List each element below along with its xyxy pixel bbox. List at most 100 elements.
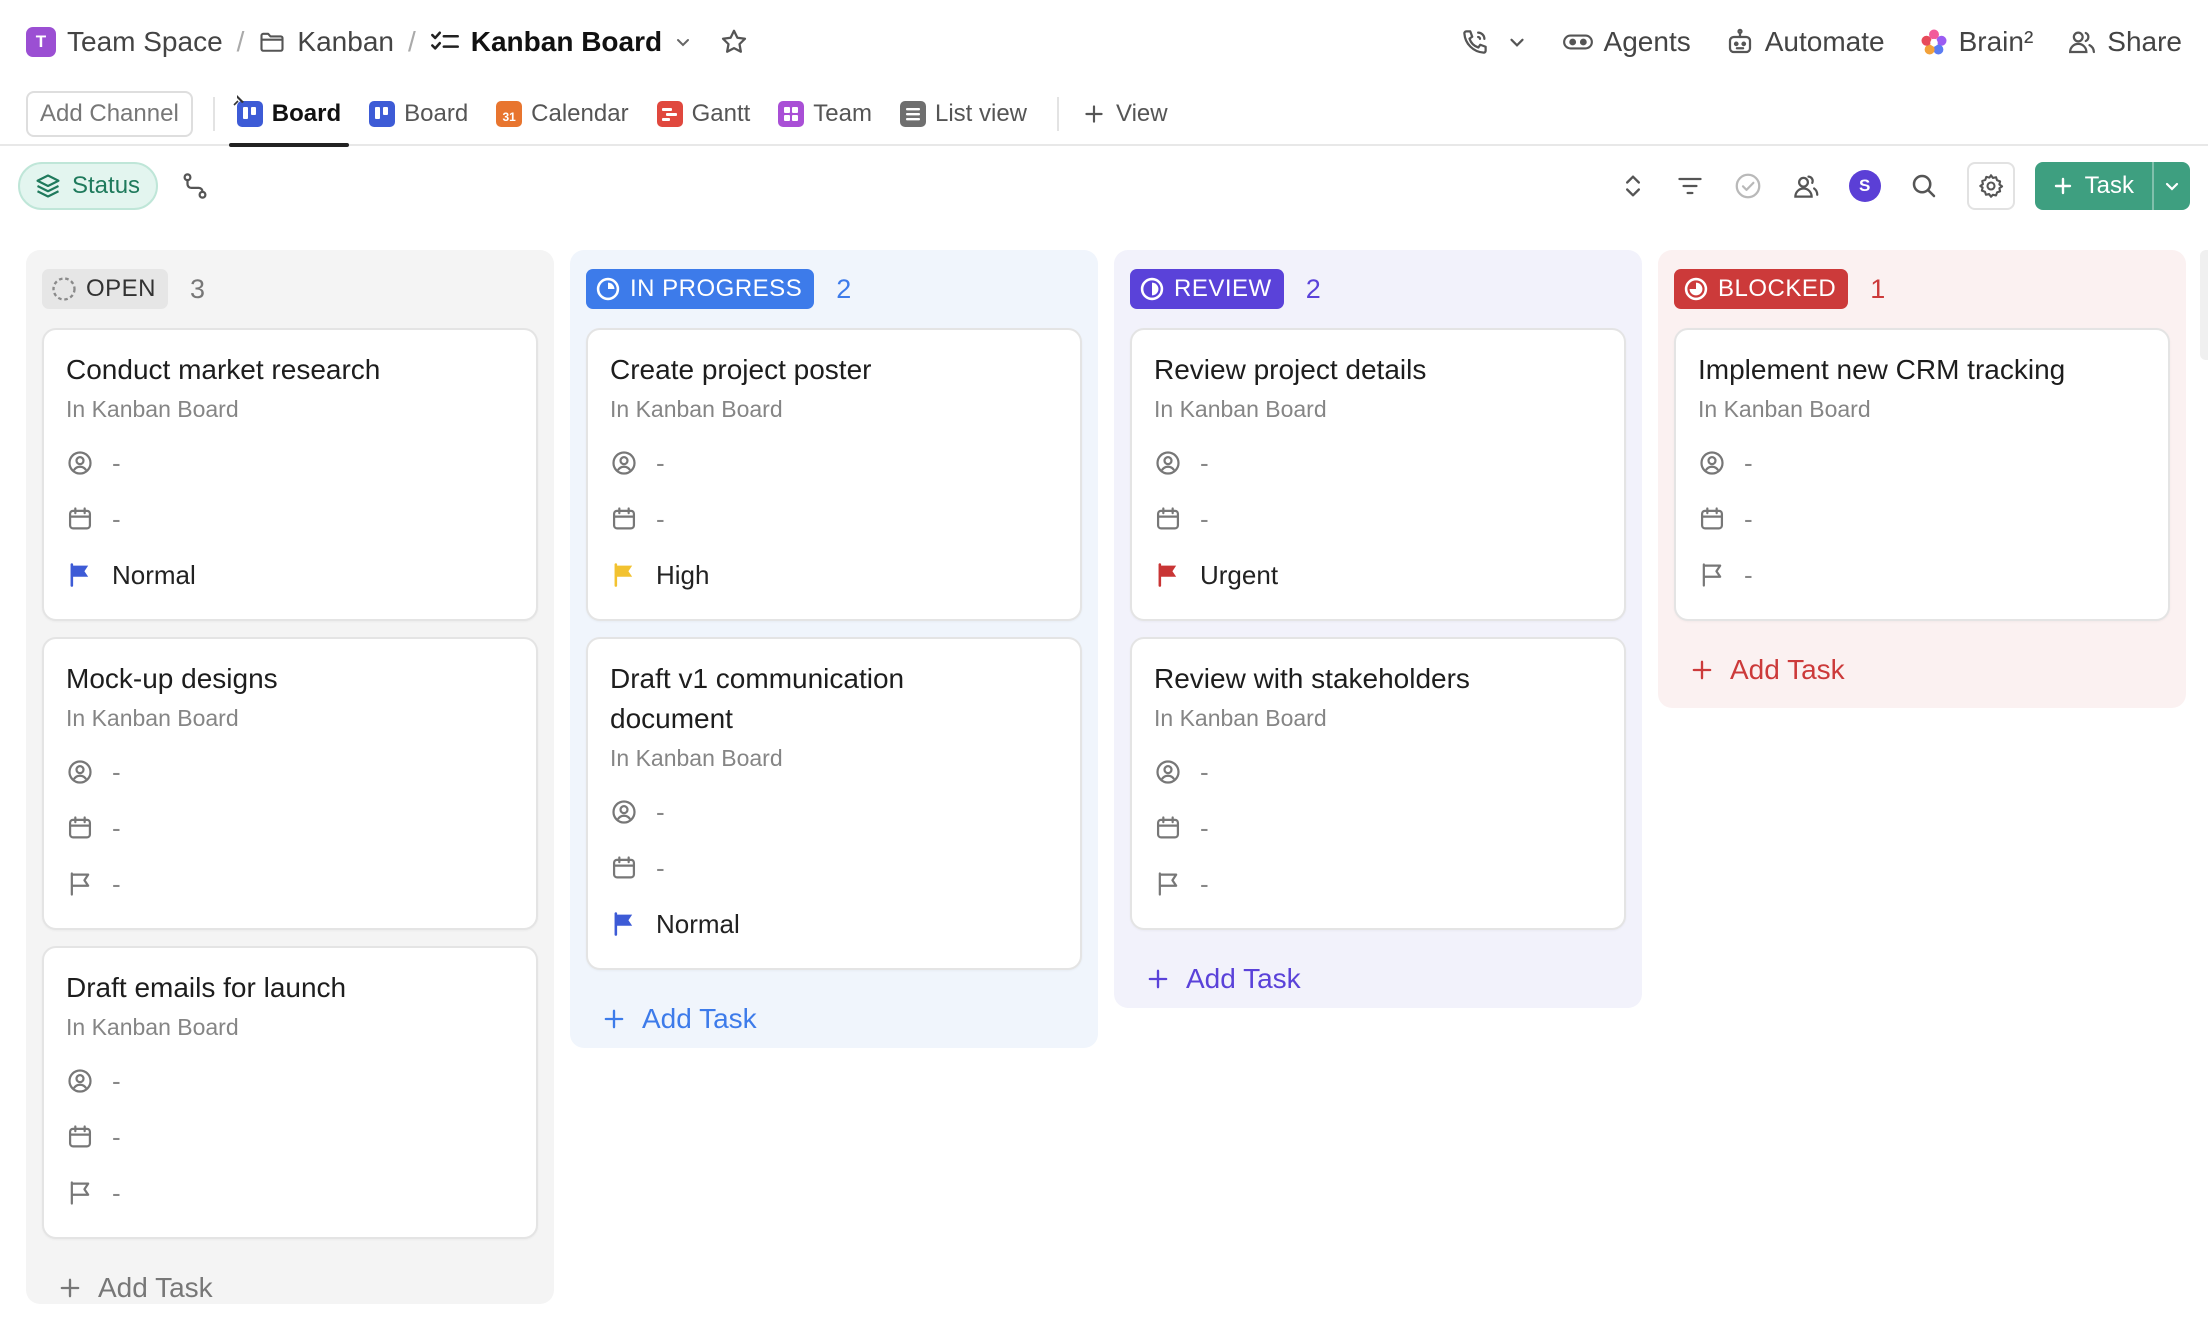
star-icon[interactable] (719, 27, 749, 57)
due-date-value: - (1200, 503, 1209, 534)
check-circle-icon[interactable] (1733, 171, 1763, 201)
status-badge-in-progress[interactable]: IN PROGRESS (586, 269, 815, 309)
brain-button[interactable]: Brain² (1919, 26, 2033, 58)
new-task-main[interactable]: Task (2035, 162, 2152, 210)
due-date-row[interactable]: - (66, 491, 514, 547)
task-title: Create project poster (610, 354, 872, 385)
add-task-button[interactable]: Add Task (586, 986, 1082, 1042)
agents-icon (1562, 29, 1594, 55)
share-label: Share (2107, 26, 2182, 57)
new-task-dropdown[interactable] (2152, 162, 2190, 210)
call-button[interactable] (1460, 27, 1528, 57)
agents-label: Agents (1603, 26, 1691, 57)
share-button[interactable]: Share (2067, 26, 2182, 58)
brain-icon (1919, 27, 1949, 57)
status-review-icon (1138, 275, 1166, 303)
agents-button[interactable]: Agents (1562, 26, 1691, 58)
assignee-value: - (656, 796, 665, 827)
user-avatar[interactable]: S (1848, 170, 1881, 202)
due-date-row[interactable]: - (1154, 800, 1602, 856)
assignee-row[interactable]: - (66, 1053, 514, 1109)
task-card[interactable]: Create project poster In Kanban Board - … (586, 328, 1082, 621)
gear-icon (1977, 172, 2005, 200)
task-location: In Kanban Board (1154, 705, 1327, 731)
task-location: In Kanban Board (610, 745, 783, 771)
add-task-button[interactable]: Add Task (1674, 637, 2170, 693)
plus-icon (600, 1005, 628, 1033)
expand-collapse-icon[interactable] (1619, 172, 1647, 200)
add-channel-button[interactable]: Add Channel (26, 91, 193, 137)
task-card[interactable]: Draft emails for launch In Kanban Board … (42, 946, 538, 1239)
task-card[interactable]: Draft v1 communication document In Kanba… (586, 637, 1082, 970)
priority-row[interactable]: High (610, 547, 1058, 603)
status-badge-review[interactable]: REVIEW (1130, 269, 1284, 309)
breadcrumb-list[interactable]: Kanban Board (430, 26, 693, 58)
add-view-button[interactable]: View (1073, 83, 1176, 145)
due-date-row[interactable]: - (610, 840, 1058, 896)
priority-row[interactable]: - (66, 856, 514, 912)
assignee-row[interactable]: - (66, 744, 514, 800)
due-date-row[interactable]: - (610, 491, 1058, 547)
breadcrumb-folder[interactable]: Kanban (258, 26, 394, 58)
flag-outline-icon (66, 870, 94, 898)
tab-calendar-label: Calendar (531, 100, 629, 127)
calendar-icon (1154, 505, 1182, 533)
tab-board-label: Board (404, 100, 469, 127)
search-icon[interactable] (1909, 171, 1939, 201)
tab-gantt[interactable]: Gantt (649, 83, 759, 145)
priority-row[interactable]: Normal (610, 896, 1058, 952)
task-card[interactable]: Implement new CRM tracking In Kanban Boa… (1674, 328, 2170, 621)
assignee-row[interactable]: - (1154, 744, 1602, 800)
priority-row[interactable]: Normal (66, 547, 514, 603)
filter-icon[interactable] (1675, 172, 1705, 200)
subtasks-route-icon[interactable] (180, 171, 210, 201)
priority-row[interactable]: Urgent (1154, 547, 1602, 603)
status-badge-blocked[interactable]: BLOCKED (1674, 269, 1849, 309)
tab-list-view[interactable]: List view (892, 83, 1035, 145)
due-date-value: - (1744, 503, 1753, 534)
breadcrumb-space[interactable]: T Team Space (26, 26, 223, 58)
assignee-row[interactable]: - (1698, 435, 2146, 491)
flag-urgent-icon (1154, 561, 1182, 589)
assignee-value: - (1200, 447, 1209, 478)
task-card[interactable]: Mock-up designs In Kanban Board - - - (42, 637, 538, 930)
due-date-row[interactable]: - (66, 1109, 514, 1165)
assignees-icon[interactable] (1791, 171, 1821, 201)
calendar-icon (66, 814, 94, 842)
add-task-label: Add Task (642, 1003, 757, 1034)
chevron-down-icon[interactable] (673, 32, 693, 52)
tab-board-active[interactable]: Board (228, 83, 350, 147)
task-card[interactable]: Review with stakeholders In Kanban Board… (1130, 637, 1626, 930)
user-circle-icon (610, 798, 638, 826)
assignee-row[interactable]: - (610, 784, 1058, 840)
robot-icon (1725, 27, 1755, 57)
group-by-status-button[interactable]: Status (18, 162, 159, 210)
task-location: In Kanban Board (1154, 396, 1327, 422)
add-task-button[interactable]: Add Task (1130, 946, 1626, 1002)
user-circle-icon (1698, 449, 1726, 477)
priority-row[interactable]: - (1154, 856, 1602, 912)
assignee-row[interactable]: - (1154, 435, 1602, 491)
tab-calendar[interactable]: 31 Calendar (488, 83, 636, 145)
new-task-button[interactable]: Task (2034, 162, 2190, 210)
priority-row[interactable]: - (66, 1165, 514, 1221)
task-card[interactable]: Review project details In Kanban Board -… (1130, 328, 1626, 621)
automate-button[interactable]: Automate (1725, 26, 1885, 58)
phone-icon (1460, 27, 1490, 57)
tab-team[interactable]: Team (770, 83, 880, 145)
settings-button[interactable] (1966, 162, 2015, 210)
status-badge-open[interactable]: OPEN (42, 269, 169, 309)
status-label: OPEN (86, 275, 157, 302)
assignee-value: - (112, 447, 121, 478)
assignee-row[interactable]: - (610, 435, 1058, 491)
add-task-label: Add Task (98, 1272, 213, 1303)
assignee-row[interactable]: - (66, 435, 514, 491)
task-card[interactable]: Conduct market research In Kanban Board … (42, 328, 538, 621)
priority-row[interactable]: - (1698, 547, 2146, 603)
due-date-row[interactable]: - (1154, 491, 1602, 547)
team-grid-icon (778, 101, 805, 127)
due-date-row[interactable]: - (1698, 491, 2146, 547)
due-date-row[interactable]: - (66, 800, 514, 856)
tab-board[interactable]: Board (361, 83, 476, 145)
add-task-button[interactable]: Add Task (42, 1255, 538, 1311)
